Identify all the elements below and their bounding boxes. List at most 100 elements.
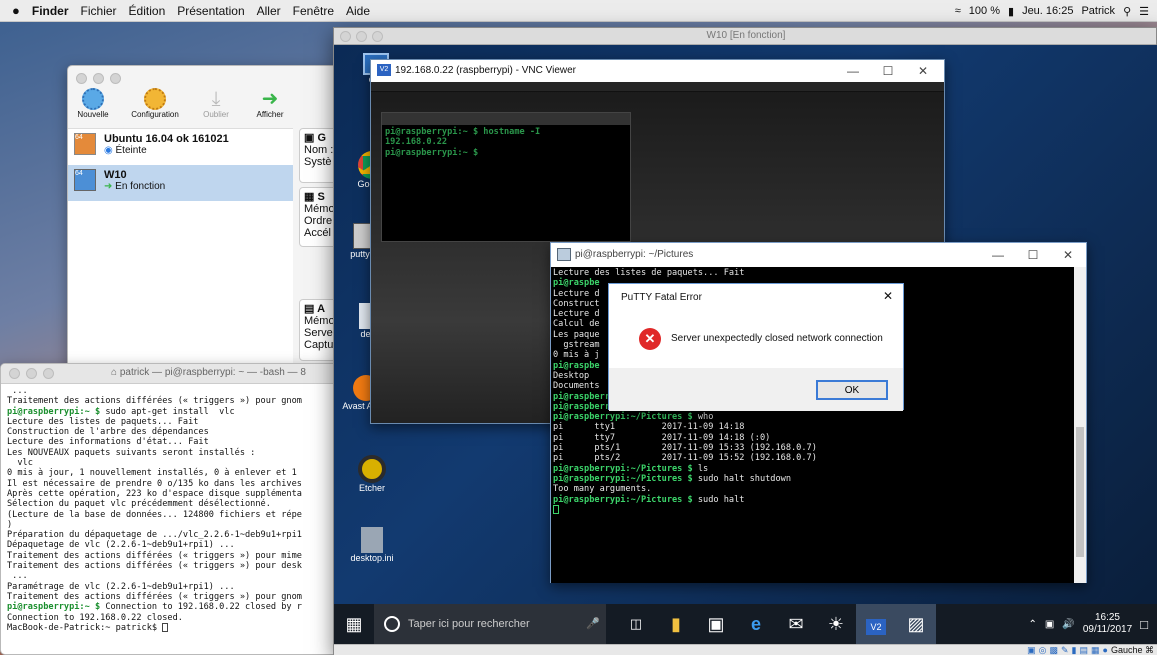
toolbar-nouvelle-button[interactable]: Nouvelle [74, 88, 112, 128]
line-text: Construct [553, 298, 600, 309]
monitor-icon: ▣ [304, 132, 315, 144]
terminal-line: Traitement des actions différées (« trig… [7, 592, 345, 602]
host-key-label: Gauche ⌘ [1110, 645, 1154, 655]
file-icon [361, 527, 383, 553]
line-text: sudo halt shutdown [697, 473, 792, 484]
line-text: Lecture d [553, 288, 600, 299]
close-button[interactable]: ✕ [1046, 243, 1090, 267]
taskbar-clock[interactable]: 16:25 09/11/2017 [1083, 612, 1132, 636]
line-text: Lecture des listes de paquets... Fait [7, 416, 199, 427]
remote-terminal-output: pi@raspberrypi:~ $ hostname -I 192.168.0.… [382, 125, 630, 160]
usb-icon[interactable]: ✎ [1061, 645, 1069, 655]
sun-icon [82, 88, 104, 110]
taskbar-search-box[interactable]: Taper ici pour rechercher 🎤 [374, 604, 606, 644]
close-button[interactable] [9, 368, 20, 379]
menu-finder[interactable]: Finder [32, 4, 69, 18]
apple-menu-icon[interactable]: ● [12, 3, 20, 18]
gear-icon [144, 88, 166, 110]
line-text: Connection to 192.168.0.22 closed. [7, 612, 183, 623]
putty-taskbar-icon[interactable]: ▨ [896, 604, 936, 644]
terminal-output[interactable]: ... Traitement des actions différées (« t… [1, 384, 351, 654]
toolbar-afficher-button[interactable]: ➜ Afficher [252, 88, 288, 128]
vm-title: W10 [En fonction] [706, 30, 786, 41]
store-icon[interactable]: ▣ [696, 604, 736, 644]
network-adapter-icon[interactable]: ▩ [1049, 645, 1058, 655]
line-text: Préparation du dépaquetage de .../vlc_2.… [7, 530, 302, 541]
menu-aide[interactable]: Aide [346, 4, 370, 18]
terminal-line: Traitement des actions différées (« trig… [7, 551, 345, 561]
minimize-button[interactable] [26, 368, 37, 379]
putty-scrollbar[interactable] [1074, 267, 1086, 583]
close-icon[interactable]: ✕ [883, 289, 893, 303]
wifi-icon[interactable]: ≈ [955, 5, 961, 17]
vm-titlebar: W10 [En fonction] [334, 28, 1156, 45]
terminal-line: pi@raspberrypi:~/Pictures $ sudo halt [553, 495, 1073, 505]
terminal-line: Préparation du dépaquetage de .../vlc_2.… [7, 530, 345, 540]
cortana-circle-icon [384, 616, 400, 632]
virtualbox-manager-window: Nouvelle Configuration ⤓ Oublier ➜ Affic… [67, 65, 357, 380]
mail-icon[interactable]: ✉ [776, 604, 816, 644]
zoom-button[interactable] [110, 73, 121, 84]
menu-presentation[interactable]: Présentation [177, 4, 244, 18]
chevron-up-icon[interactable]: ⌃ [1029, 619, 1037, 630]
terminal-line: pi@raspberrypi:~/Pictures $ ls [553, 464, 1073, 474]
toolbar-configuration-button[interactable]: Configuration [130, 88, 180, 128]
dialog-footer: OK [609, 368, 903, 411]
zoom-button[interactable] [43, 368, 54, 379]
minimize-button[interactable] [93, 73, 104, 84]
mac-menubar: ● Finder Fichier Édition Présentation Al… [0, 0, 1157, 22]
desktop-icon-desktop-ini[interactable]: desktop.ini [342, 527, 402, 563]
vm-item-ubuntu[interactable]: 64 Ubuntu 16.04 ok 161021 ◉ Éteinte [68, 129, 293, 165]
vnc-taskbar-icon[interactable]: V2 [856, 604, 896, 644]
desktop-icon-etcher[interactable]: Etcher [342, 455, 402, 493]
menu-aller[interactable]: Aller [257, 4, 281, 18]
shared-folder-icon[interactable]: ▮ [1072, 645, 1077, 655]
terminal-line: Too many arguments. [553, 484, 1073, 494]
remote-panel-bar [371, 82, 944, 92]
shell-prompt: pi@raspberrypi:~/Pictures $ [553, 412, 698, 423]
display-icon[interactable]: ▤ [1080, 645, 1089, 655]
microphone-icon: 🎤 [586, 618, 600, 630]
arrow-down-icon: ⤓ [211, 88, 221, 110]
file-explorer-icon[interactable]: ▮ [656, 604, 696, 644]
action-center-icon[interactable]: □ [1140, 617, 1148, 632]
speaker-icon: ▤ [304, 303, 315, 315]
remote-terminal[interactable]: pi@raspberrypi:~ $ hostname -I 192.168.0.… [381, 112, 631, 242]
close-button[interactable]: ✕ [901, 60, 945, 82]
spotlight-icon[interactable]: ⚲ [1123, 5, 1131, 18]
vm-item-w10[interactable]: 64 W10 ➜ En fonction [68, 165, 293, 201]
battery-icon[interactable]: ▮ [1008, 5, 1014, 18]
menu-fenetre[interactable]: Fenêtre [293, 4, 334, 18]
line-text: sudo apt-get install vlc [105, 406, 235, 417]
menu-fichier[interactable]: Fichier [81, 4, 117, 18]
toolbar-oublier-button[interactable]: ⤓ Oublier [198, 88, 234, 128]
menu-edition[interactable]: Édition [129, 4, 166, 18]
mouse-integration-icon[interactable]: ● [1103, 645, 1108, 655]
line-text: Dépaquetage de vlc (2.2.6-1~deb9u1+rpi1)… [7, 540, 235, 551]
terminal-line: ) [7, 520, 345, 530]
network-icon[interactable]: ▣ [1045, 619, 1054, 630]
notification-icon[interactable]: ☰ [1139, 5, 1149, 18]
shell-prompt: pi@raspberrypi:~ $ [7, 406, 106, 417]
hdd-icon[interactable]: ▣ [1027, 645, 1036, 655]
etcher-icon [358, 455, 386, 483]
video-capture-icon[interactable]: ▦ [1091, 645, 1100, 655]
user-menu[interactable]: Patrick [1081, 5, 1115, 17]
scrollbar-thumb[interactable] [1076, 427, 1084, 557]
terminal-line: Il est nécessaire de prendre 0 o/135 ko … [7, 479, 345, 489]
start-windows-icon[interactable]: ▦ [334, 604, 374, 644]
close-button[interactable] [76, 73, 87, 84]
terminal-line: pi@raspberrypi:~ $ Connection to 192.168… [7, 602, 345, 612]
line-text: MacBook-de-Patrick:~ patrick$ [7, 622, 163, 633]
clock[interactable]: Jeu. 16:25 [1022, 5, 1073, 17]
optical-drive-icon[interactable]: ◎ [1039, 645, 1047, 655]
task-view-icon[interactable]: ◫ [616, 604, 656, 644]
ok-button[interactable]: OK [816, 380, 888, 400]
terminal-line: pi@raspberrypi:~/Pictures $ sudo halt sh… [553, 474, 1073, 484]
sun-app-icon[interactable]: ☀ [816, 604, 856, 644]
remote-terminal-titlebar [382, 113, 630, 125]
battery-label[interactable]: 100 % [969, 5, 1000, 17]
volume-icon[interactable]: 🔊 [1062, 619, 1074, 630]
edge-icon[interactable]: e [736, 604, 776, 644]
cursor-line [553, 504, 1073, 515]
